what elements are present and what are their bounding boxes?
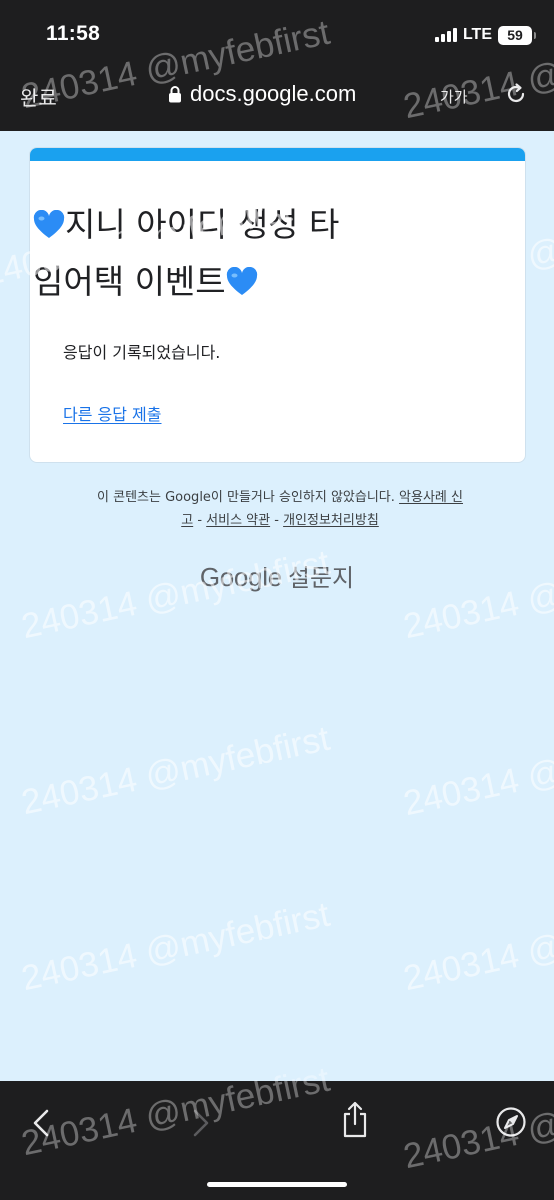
address-bar[interactable]: docs.google.com — [168, 81, 356, 107]
watermark-text: 240314 @myfebfirst — [18, 718, 334, 823]
brand-forms: 설문지 — [287, 564, 355, 592]
watermark-text: 240314 @myfebfirst — [400, 719, 554, 824]
report-abuse-link[interactable]: 악용사례 신 — [399, 490, 463, 505]
report-abuse-link-cont[interactable]: 고 — [181, 513, 193, 528]
form-title-line1: 지니 아이디 생성 타 — [65, 205, 340, 244]
footer-disclaimer: 이 콘텐츠는 Google이 만들거나 승인하지 않았습니다. 악용사례 신 고… — [50, 486, 510, 532]
share-icon[interactable] — [339, 1100, 371, 1140]
url-text: docs.google.com — [190, 81, 357, 106]
form-title: 지니 아이디 생성 타 임어택 이벤트 — [33, 196, 473, 310]
blue-heart-icon — [33, 210, 65, 238]
back-icon[interactable] — [30, 1108, 52, 1138]
text-size-button[interactable]: 가가 — [440, 86, 468, 107]
compass-icon[interactable] — [495, 1106, 527, 1138]
separator: - — [197, 513, 203, 528]
status-time: 11:58 — [46, 22, 101, 45]
home-indicator — [207, 1182, 347, 1187]
reload-icon[interactable] — [503, 81, 529, 107]
terms-link[interactable]: 서비스 약관 — [206, 513, 270, 528]
form-title-line2: 임어택 이벤트 — [33, 262, 226, 301]
disclaimer-text: 이 콘텐츠는 Google이 만들거나 승인하지 않았습니다. — [97, 490, 395, 505]
battery-icon: 59 — [498, 25, 536, 45]
forward-icon[interactable] — [190, 1108, 212, 1138]
confirmation-message: 응답이 기록되었습니다. — [63, 343, 221, 362]
brand-google: Google — [199, 562, 282, 592]
browser-top-bar: 11:58 LTE 59 완료 docs.google.com 가가 — [0, 0, 554, 131]
watermark-text: 240314 @myfebfirst — [18, 894, 334, 999]
card-accent-bar — [30, 148, 525, 161]
signal-icon — [434, 28, 457, 42]
lock-icon — [169, 86, 181, 103]
done-button[interactable]: 완료 — [20, 82, 57, 111]
watermark-text: 240314 @myfebfirst — [400, 894, 554, 999]
submit-another-response-link[interactable]: 다른 응답 제출 — [63, 401, 162, 425]
privacy-policy-link[interactable]: 개인정보처리방침 — [283, 513, 379, 528]
blue-heart-icon — [226, 267, 257, 295]
google-forms-logo[interactable]: Google 설문지 — [0, 558, 554, 593]
separator: - — [274, 513, 279, 528]
network-type: LTE — [462, 26, 492, 43]
status-indicators: LTE 59 — [434, 24, 536, 46]
